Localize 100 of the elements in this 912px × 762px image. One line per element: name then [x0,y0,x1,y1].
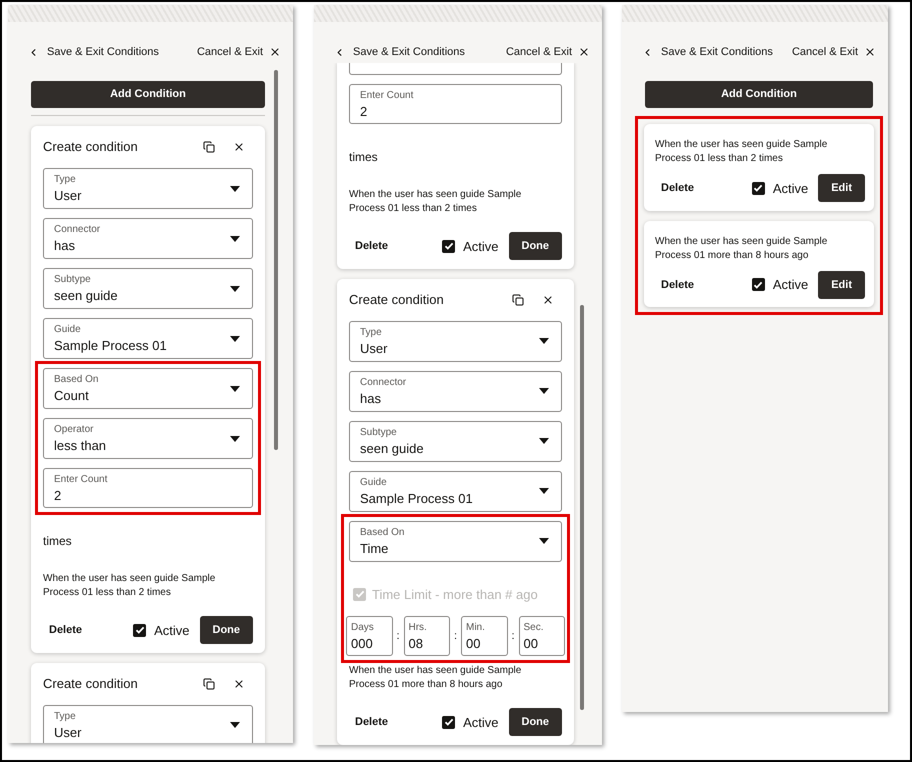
field-value: has [54,239,76,252]
duplicate-icon[interactable] [203,141,215,153]
field-value: User [54,726,82,738]
time-separator: : [510,628,516,644]
done-button[interactable]: Done [508,708,562,736]
field-value: User [54,189,82,202]
field-label: Connector [360,378,408,388]
delete-button[interactable]: Delete [43,616,88,644]
dropdown-caret-icon [230,386,240,392]
save-exit-button[interactable]: Save & Exit Conditions [661,44,773,60]
save-exit-button[interactable]: Save & Exit Conditions [47,44,159,60]
dropdown-caret-icon [539,338,549,344]
dropdown-caret-icon [539,388,549,394]
close-icon[interactable] [578,46,590,58]
done-button[interactable]: Done [200,616,253,644]
field-label: Type [54,175,77,185]
field-label: Type [360,328,383,338]
checkbox[interactable] [133,624,146,637]
field-value: Sample Process 01 [360,492,474,504]
add-condition-button[interactable]: Add Condition [31,81,265,108]
active-label: Active [463,238,498,256]
select-field[interactable]: Guide Sample Process 01 [349,470,562,512]
checkbox[interactable] [442,240,456,253]
field-label: Days [351,622,375,632]
scrollbar[interactable] [580,305,584,710]
select-field[interactable]: Subtype seen guide [43,268,253,309]
field-label: Guide [360,478,388,488]
field-label: Based On [54,375,100,385]
field-value: 2 [360,104,368,118]
select-field[interactable]: Connector has [349,370,562,412]
time-separator: : [395,628,401,644]
cancel-exit-button[interactable]: Cancel & Exit [506,44,572,60]
checkbox[interactable] [442,716,456,729]
card-title: Create condition [43,138,139,156]
active-label: Active [772,180,808,198]
field-value: seen guide [360,442,425,454]
field-value: 08 [408,636,424,650]
field-value: User [360,342,388,354]
field-value: Count [54,389,90,402]
close-icon[interactable] [542,294,554,306]
input-field[interactable]: Enter Count 2 [349,84,562,124]
unit-text: times [43,533,73,550]
field-value: 00 [524,636,539,650]
field-value: Sample Process 01 [54,339,168,352]
delete-button[interactable]: Delete [655,174,700,202]
field-label: Enter Count [360,90,414,100]
field-label: Operator [54,425,94,435]
select-field[interactable] [349,63,562,75]
input-field[interactable]: Enter Count 2 [43,468,253,508]
dropdown-caret-icon [230,236,240,242]
time-limit-label: Time Limit - more than # ago [372,586,538,604]
active-label: Active [772,276,808,294]
condition-summary: When the user has seen guide Sample Process 01 less than 2 times [655,138,828,166]
field-label: Min. [466,622,486,632]
dropdown-caret-icon [539,438,549,444]
checkbox[interactable] [752,182,765,195]
dropdown-caret-icon [230,722,240,728]
field-label: Subtype [360,428,398,438]
select-field[interactable]: Type User [43,704,253,743]
card-title: Create condition [349,290,445,309]
select-field[interactable]: Type User [43,168,253,209]
delete-button[interactable]: Delete [349,708,394,736]
field-label: Guide [54,325,82,335]
cancel-exit-button[interactable]: Cancel & Exit [792,44,858,60]
active-label: Active [463,714,498,732]
scrollbar[interactable] [274,70,278,450]
cancel-exit-button[interactable]: Cancel & Exit [196,44,263,60]
duplicate-icon[interactable] [203,678,215,690]
duplicate-icon[interactable] [512,294,524,306]
close-icon[interactable] [269,46,281,58]
field-value: seen guide [54,289,119,302]
dropdown-caret-icon [230,436,240,442]
close-icon[interactable] [233,678,245,690]
checkbox[interactable] [752,278,765,292]
select-field[interactable]: Guide Sample Process 01 [43,318,253,359]
select-field[interactable]: Subtype seen guide [349,420,562,462]
time-separator: : [452,628,458,644]
add-condition-button[interactable]: Add Condition [645,81,873,108]
close-icon[interactable] [864,46,876,58]
select-field[interactable]: Based On Time [349,520,562,562]
field-label: Enter Count [54,474,108,484]
dropdown-caret-icon [230,336,240,342]
dropdown-caret-icon [230,286,240,292]
done-button[interactable]: Done [508,232,562,260]
delete-button[interactable]: Delete [655,270,700,299]
save-exit-button[interactable]: Save & Exit Conditions [353,44,465,60]
select-field[interactable]: Based On Count [43,368,253,409]
delete-button[interactable]: Delete [349,232,394,260]
edit-button[interactable]: Edit [818,174,865,202]
field-value: less than [54,439,108,452]
close-icon[interactable] [233,141,245,153]
active-label: Active [154,622,190,640]
select-field[interactable]: Type User [349,320,562,362]
condition-summary: When the user has seen guide Sample Process 01 less than 2 times [349,188,522,216]
dropdown-caret-icon [539,488,549,494]
dropdown-caret-icon [230,186,240,192]
select-field[interactable]: Operator less than [43,418,253,459]
field-value: Time [360,542,390,554]
edit-button[interactable]: Edit [818,270,865,299]
select-field[interactable]: Connector has [43,218,253,259]
